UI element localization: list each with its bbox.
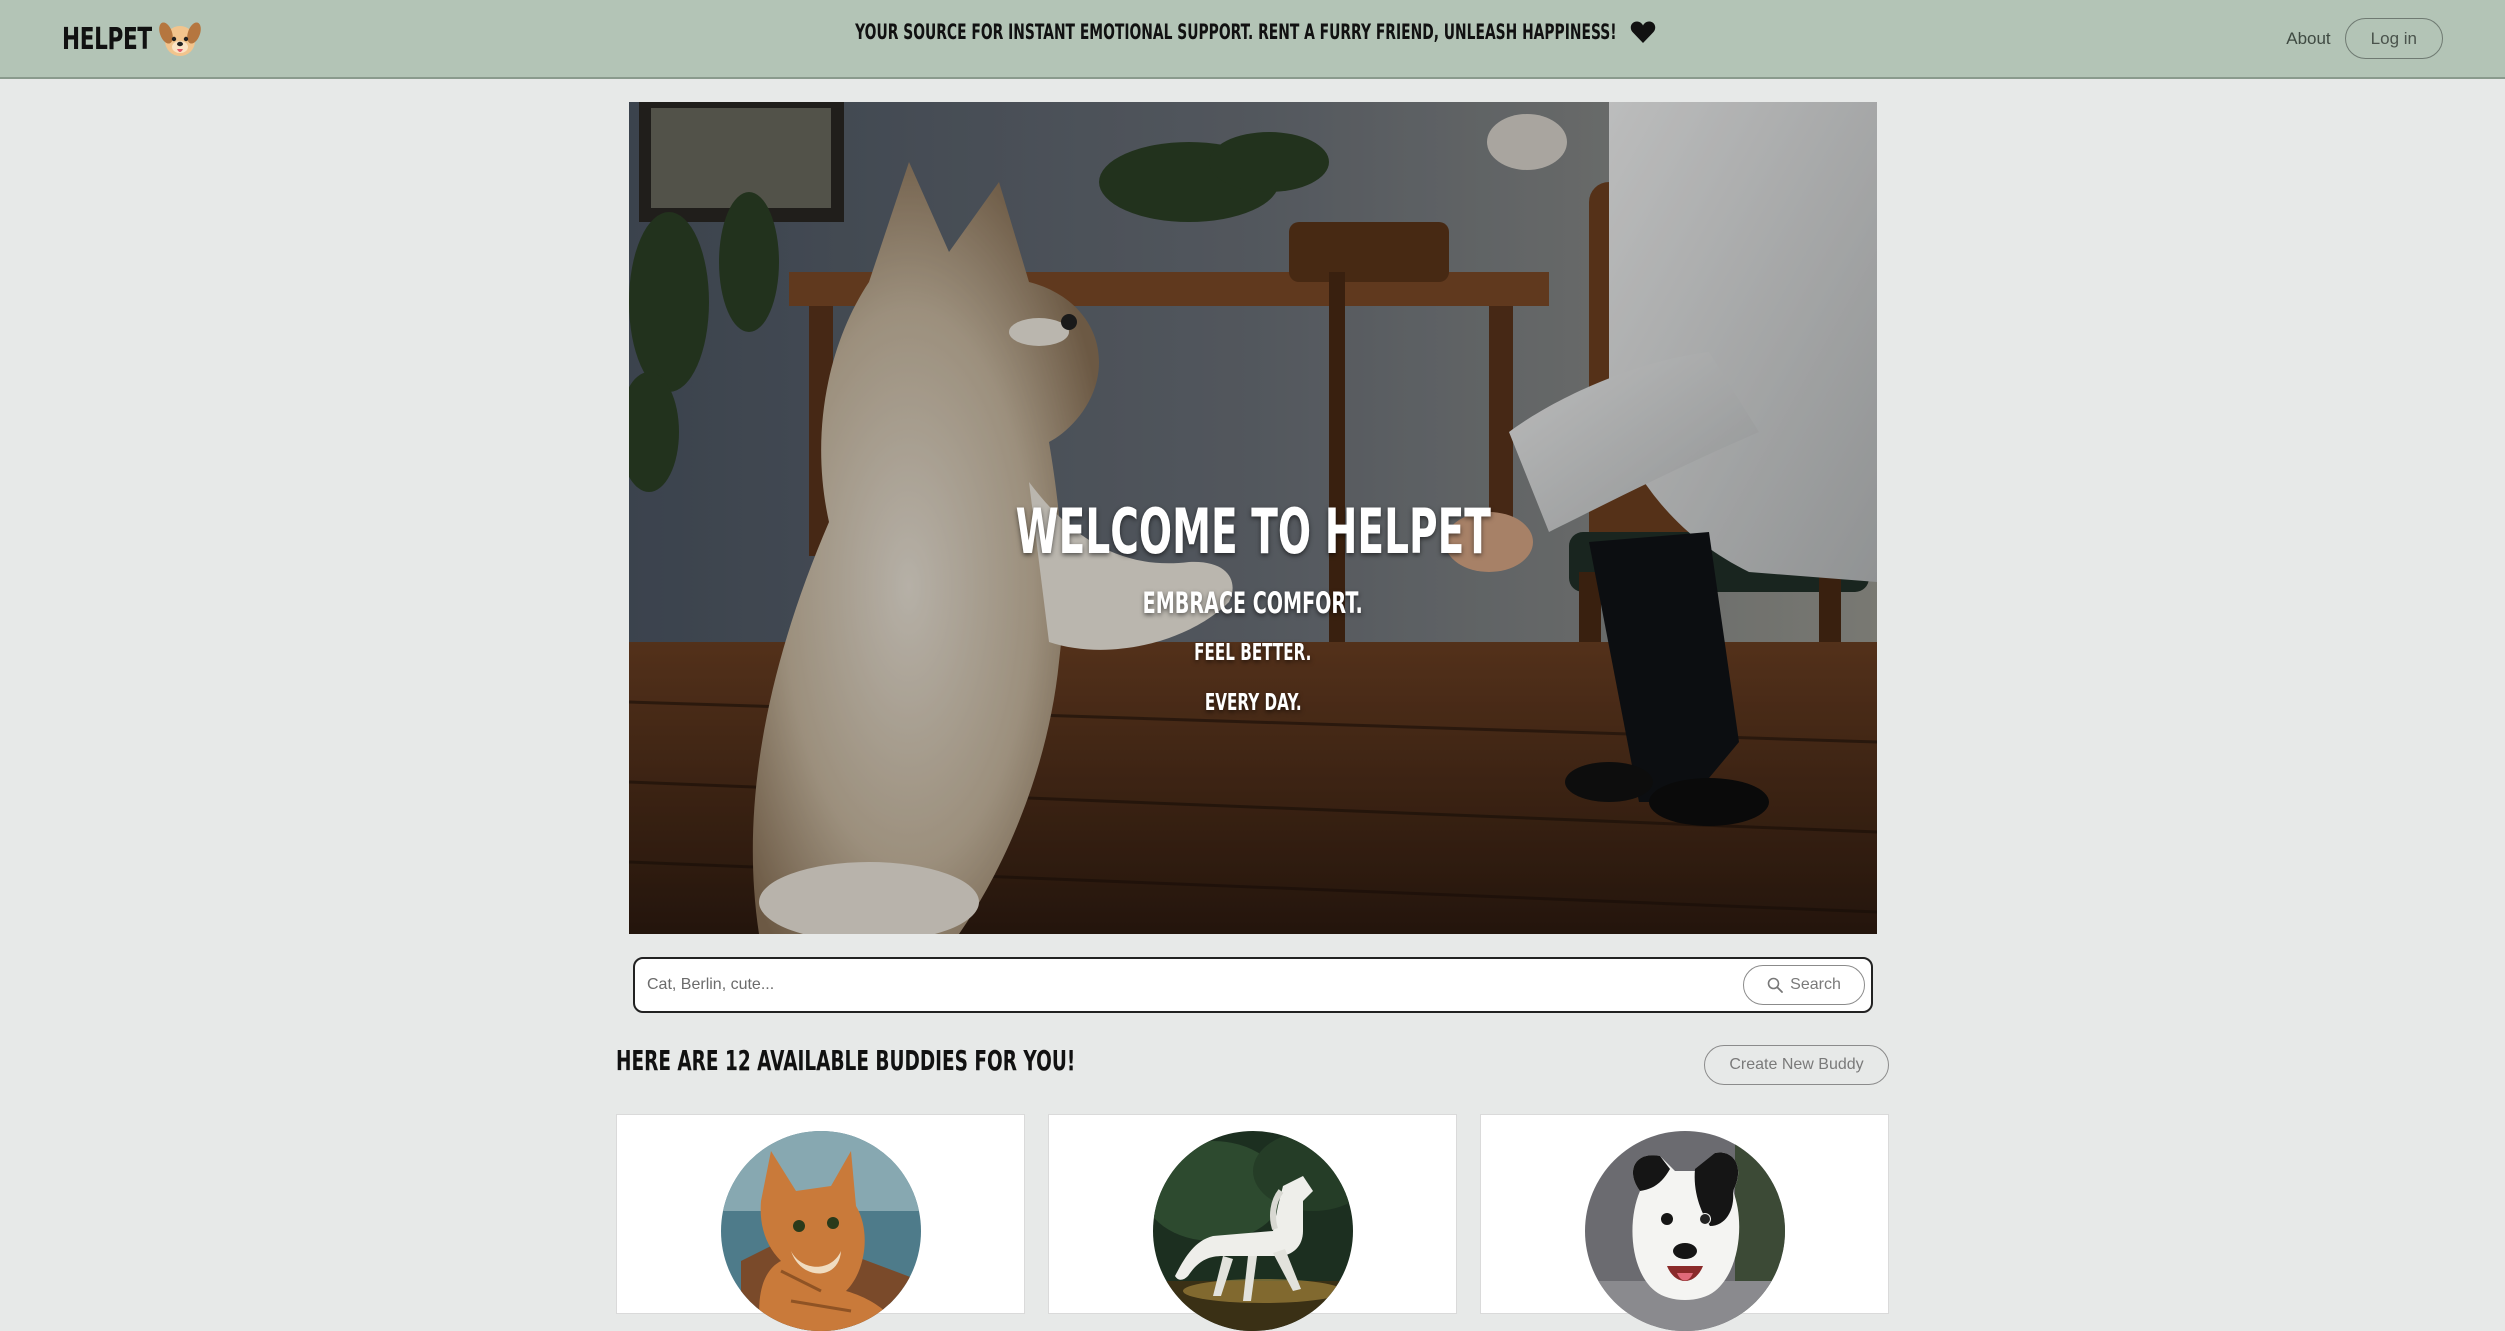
buddy-card-horse[interactable] (1048, 1114, 1457, 1331)
buddy-avatar-horse (1153, 1131, 1353, 1331)
tagline-text: YOUR SOURCE FOR INSTANT EMOTIONAL SUPPOR… (854, 20, 1617, 44)
create-new-buddy-button[interactable]: Create New Buddy (1704, 1045, 1889, 1085)
search-button[interactable]: Search (1743, 965, 1865, 1005)
hero-title: WELCOME TO HELPET (1015, 495, 1491, 568)
buddy-avatar-cat (721, 1131, 921, 1331)
search-icon (1767, 977, 1784, 993)
hero-tagline-line-1: EMBRACE COMFORT. (1142, 586, 1364, 620)
heart-icon (1631, 21, 1656, 43)
search-input[interactable] (645, 965, 1645, 1005)
buddy-card-dog[interactable] (1480, 1114, 1889, 1331)
nav-actions: About Log in (2282, 18, 2443, 59)
hero-text-block: WELCOME TO HELPET EMBRACE COMFORT. FEEL … (629, 492, 1877, 728)
buddy-avatar-dog (1585, 1131, 1785, 1331)
search-button-label: Search (1790, 976, 1841, 993)
hero-tagline-line-3: EVERY DAY. (1204, 690, 1302, 716)
tagline-banner: YOUR SOURCE FOR INSTANT EMOTIONAL SUPPOR… (0, 20, 2505, 50)
search-form: Search (633, 957, 1873, 1013)
buddies-count-heading: HERE ARE 12 AVAILABLE BUDDIES FOR YOU! (616, 1044, 1076, 1077)
about-link[interactable]: About (2282, 29, 2334, 49)
buddy-card-cat[interactable] (616, 1114, 1025, 1331)
top-navbar: HELPET YOUR SOURCE FOR INSTANT EMOTIONAL… (0, 0, 2505, 79)
login-button[interactable]: Log in (2344, 18, 2443, 59)
hero-tagline-line-2: FEEL BETTER. (1194, 640, 1312, 666)
hero-banner: WELCOME TO HELPET EMBRACE COMFORT. FEEL … (629, 102, 1877, 934)
